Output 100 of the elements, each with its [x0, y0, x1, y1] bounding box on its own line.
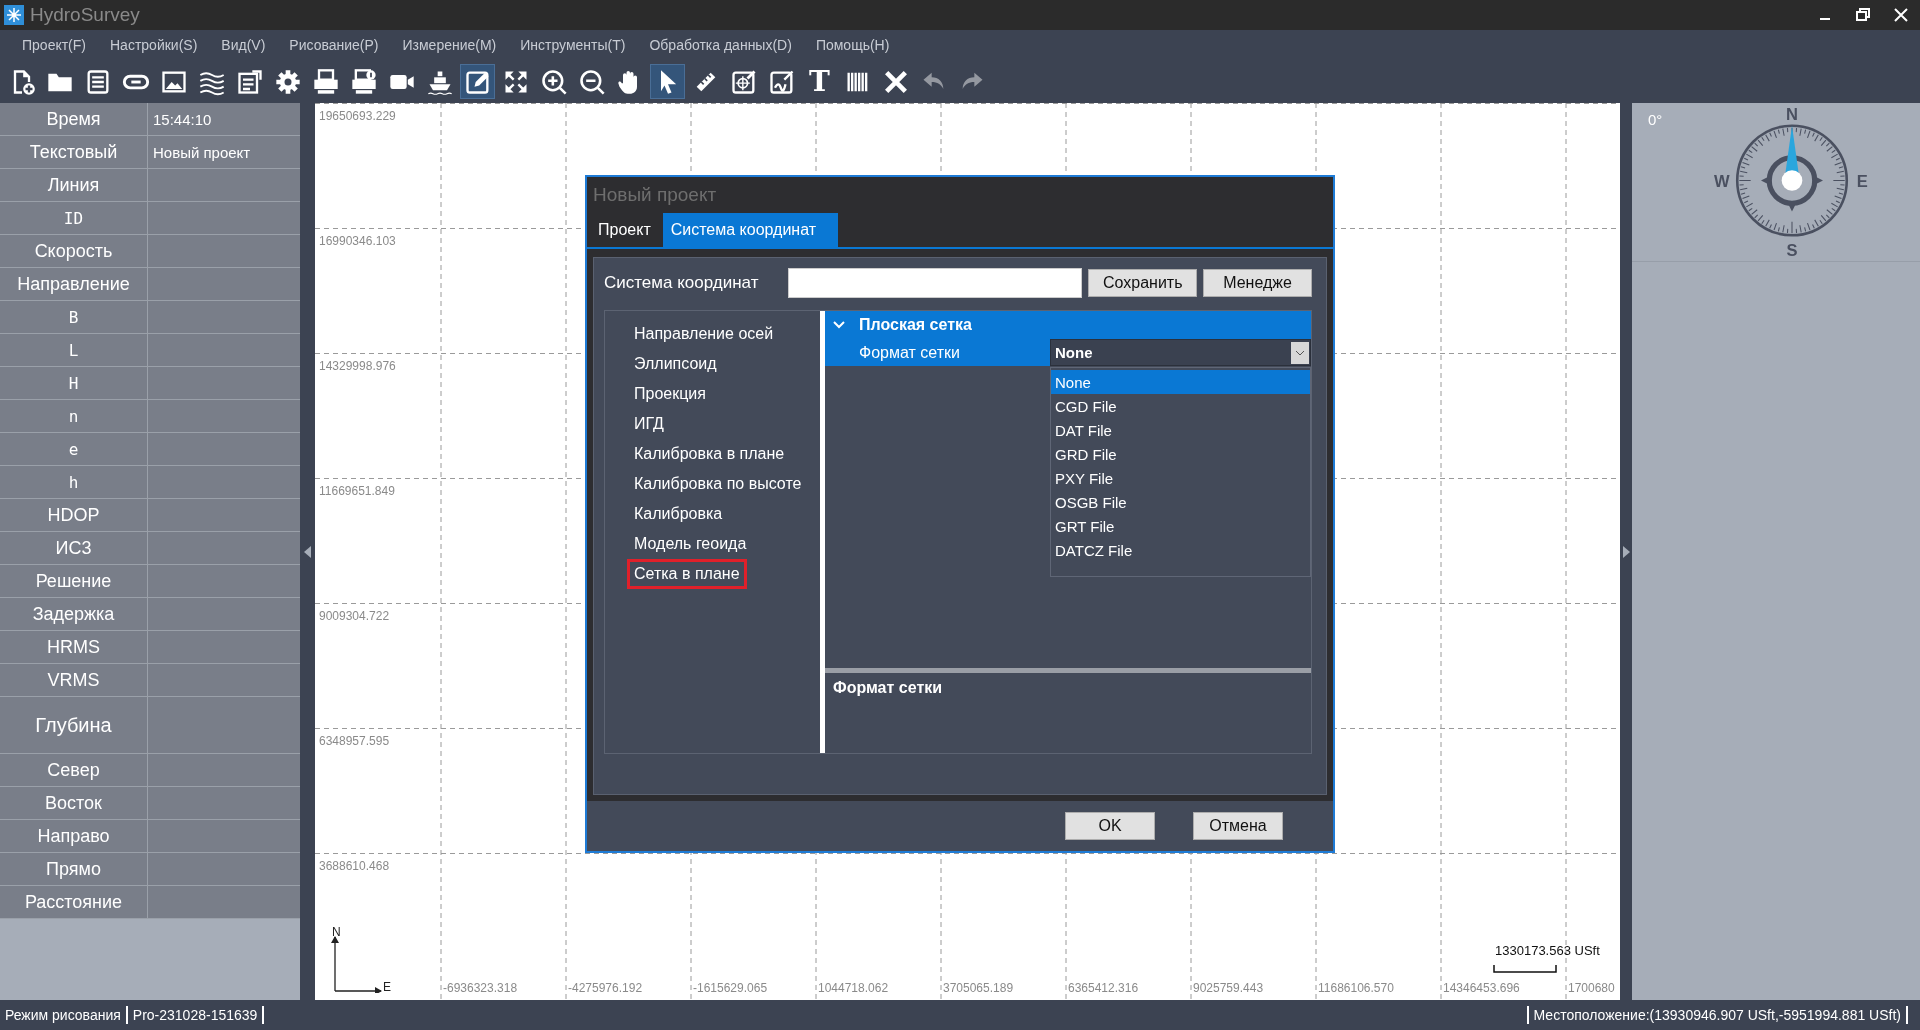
caret-icon — [1295, 349, 1305, 356]
expand-arrow-icon[interactable] — [1622, 545, 1630, 558]
field-label: Текстовый — [0, 136, 148, 168]
button[interactable]: Сохранить — [1088, 269, 1198, 297]
description-text: Формат сетки — [832, 678, 944, 698]
compass-letter: E — [1856, 171, 1868, 191]
axis-label: 16990346.103 — [319, 234, 396, 248]
field-label: Расстояние — [0, 886, 148, 918]
restore-icon[interactable] — [1854, 6, 1872, 24]
menu-item[interactable]: Обработка данных(D) — [637, 37, 804, 53]
dropdown-option[interactable]: GRD File — [1051, 442, 1310, 466]
input-field[interactable] — [787, 268, 1083, 298]
list-item[interactable]: Эллипсоид — [627, 349, 724, 379]
menu-item[interactable]: Проект(F) — [10, 37, 98, 53]
button[interactable]: Отмена — [1193, 812, 1283, 840]
axis-label: -4275976.192 — [568, 981, 643, 995]
text-tool-button[interactable]: T — [802, 64, 837, 99]
field-label: H — [0, 367, 148, 399]
chevron-icon — [833, 319, 845, 331]
compass-letter: W — [1713, 171, 1730, 191]
axis-label: 6348957.595 — [319, 734, 390, 748]
axis-label: 9025759.443 — [1193, 981, 1264, 995]
heading-label: 0° — [1648, 111, 1663, 128]
dropdown-option[interactable]: PXY File — [1051, 466, 1310, 490]
field-label: HDOP — [0, 499, 148, 531]
field-label: Система координат — [604, 273, 760, 293]
category-header[interactable]: Плоская сетка — [825, 311, 1311, 339]
list-item[interactable]: Направление осей — [627, 319, 781, 349]
tab[interactable]: Проект — [592, 213, 663, 247]
field-label: L — [0, 334, 148, 366]
menu-item[interactable]: Вид(V) — [209, 37, 278, 53]
status-text: Местоположение:(13930946.907 USft,-5951994.881 USft) — [1526, 1006, 1908, 1024]
menu-item[interactable]: Настройки(S) — [98, 37, 210, 53]
menu-item[interactable]: Помощь(H) — [803, 37, 902, 53]
field-label: Скорость — [0, 235, 148, 267]
axis-label: -6936323.318 — [443, 981, 518, 995]
dialog-title: Новый проект — [592, 183, 718, 207]
dropdown-option[interactable]: OSGB File — [1051, 490, 1310, 514]
field-label: Север — [0, 754, 148, 786]
field-value: 15:44:10 — [153, 110, 212, 128]
field-label: n — [0, 400, 148, 432]
dropdown-option[interactable]: CGD File — [1051, 394, 1310, 418]
field-label: Решение — [0, 565, 148, 597]
east-label: E — [383, 980, 391, 994]
list-item[interactable]: Сетка в плане — [627, 559, 747, 589]
field-label: HRMS — [0, 631, 148, 663]
pointer-icon[interactable] — [650, 64, 685, 99]
button[interactable]: Менедже — [1203, 269, 1312, 297]
axis-label: 14329998.976 — [319, 359, 396, 373]
field-label: Глубина — [0, 697, 148, 753]
scale-label: 1330173.563 USft — [1495, 943, 1600, 958]
axis-label: 9009304.722 — [319, 609, 390, 623]
edit-icon[interactable] — [460, 64, 495, 99]
field-value: Новый проект — [153, 143, 251, 161]
field-label: VRMS — [0, 664, 148, 696]
scale-bar — [1493, 965, 1557, 973]
field-label: Направо — [0, 820, 148, 852]
dropdown[interactable]: None — [1050, 339, 1311, 366]
list-item[interactable]: Калибровка в плане — [627, 439, 792, 469]
status-text: Pro-231028-151639 — [127, 1006, 265, 1024]
axis-label: 1044718.062 — [818, 981, 889, 995]
app-icon — [4, 5, 24, 25]
menu-item[interactable]: Измерение(M) — [390, 37, 509, 53]
axis-label: 3705065.189 — [943, 981, 1014, 995]
axis-label: 11686106.570 — [1318, 981, 1394, 995]
field-label: Восток — [0, 787, 148, 819]
field-label: ID — [0, 202, 148, 234]
close-icon[interactable] — [1892, 6, 1910, 24]
field-label: Направление — [0, 268, 148, 300]
list-item[interactable]: Калибровка — [627, 499, 730, 529]
axis-label: -1615629.065 — [693, 981, 768, 995]
dropdown-option[interactable]: GRT File — [1051, 514, 1310, 538]
field-label: Линия — [0, 169, 148, 201]
field-label: ИС3 — [0, 532, 148, 564]
dropdown-option[interactable]: DAT File — [1051, 418, 1310, 442]
dropdown-option[interactable]: None — [1051, 370, 1310, 394]
north-label: N — [332, 925, 341, 939]
field-label: Время — [0, 103, 148, 135]
list-item[interactable]: Проекция — [627, 379, 713, 409]
axis-label: 3688610.468 — [319, 859, 390, 873]
compass-letter: N — [1786, 104, 1798, 124]
field-label: B — [0, 301, 148, 333]
property-name[interactable]: Формат сетки — [825, 339, 1050, 366]
button[interactable]: OK — [1065, 812, 1155, 840]
menu-item[interactable]: Инструменты(T) — [508, 37, 638, 53]
dropdown-option[interactable]: DATCZ File — [1051, 538, 1310, 562]
field-label: Задержка — [0, 598, 148, 630]
field-label: Прямо — [0, 853, 148, 885]
list-item[interactable]: Модель геоида — [627, 529, 754, 559]
tab[interactable]: Система координат — [662, 213, 839, 247]
collapse-arrow-icon[interactable] — [304, 545, 311, 558]
list-item[interactable]: Калибровка по высоте — [627, 469, 809, 499]
axis-label: 1700680 — [1568, 981, 1615, 995]
axis-label: 19650693.229 — [319, 109, 396, 123]
axis-label: 14346453.696 — [1443, 981, 1520, 995]
list-item[interactable]: ИГД — [627, 409, 671, 439]
field-label: e — [0, 433, 148, 465]
status-text: Режим рисования — [0, 1006, 128, 1024]
menu-item[interactable]: Рисование(P) — [277, 37, 391, 53]
field-label: h — [0, 466, 148, 498]
